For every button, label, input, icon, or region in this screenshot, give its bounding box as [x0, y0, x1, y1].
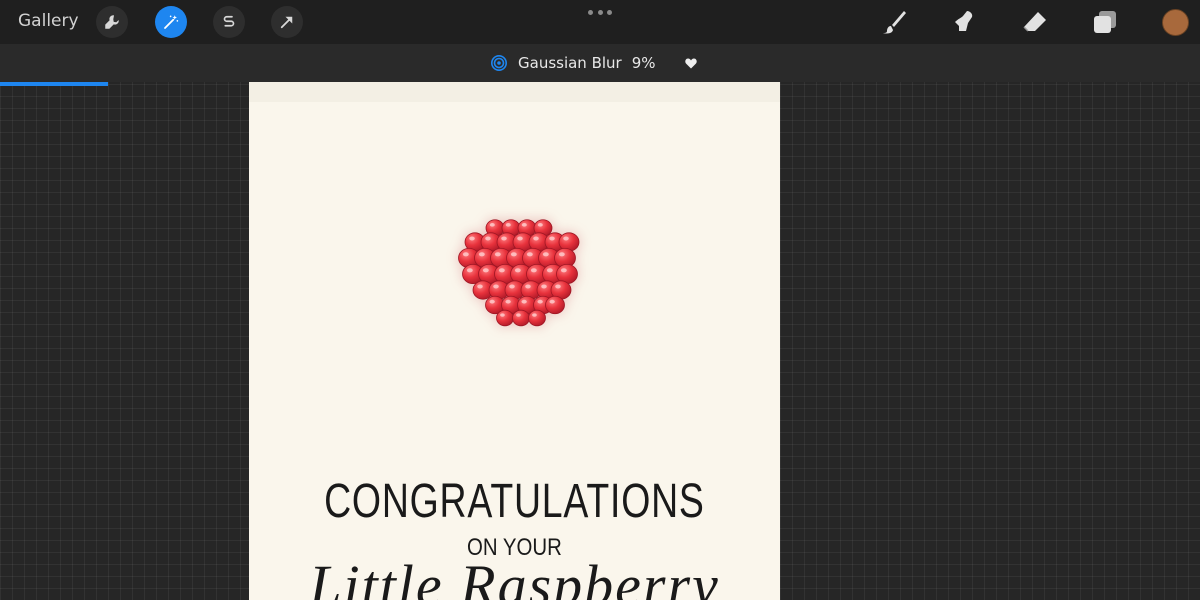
drupelet-highlight — [509, 284, 515, 289]
drupelet-highlight — [498, 268, 505, 273]
raspberry-drupelet — [512, 309, 530, 327]
adjustment-value: 9% — [631, 54, 656, 72]
heart-icon[interactable] — [684, 58, 697, 69]
drupelet-highlight — [546, 268, 553, 273]
drupelet-highlight — [526, 252, 533, 257]
drupelet-highlight — [466, 268, 473, 273]
drupelet-highlight — [462, 252, 469, 257]
color-picker-button[interactable] — [1162, 9, 1189, 36]
drupelet-highlight — [533, 236, 539, 241]
top-toolbar: Gallery — [0, 0, 1200, 44]
dot — [588, 9, 593, 15]
drupelet-highlight — [478, 252, 485, 257]
drupelet-highlight — [514, 268, 521, 273]
dot — [597, 9, 603, 15]
gallery-button[interactable]: Gallery — [18, 11, 79, 31]
drupelet-highlight — [541, 284, 547, 289]
drupelet-highlight — [489, 223, 495, 227]
procreate-app: Gallery Gaussian Blur 9% CONGRATULATIONS… — [0, 0, 1200, 600]
magic-wand-icon — [164, 15, 179, 29]
drupelet-highlight — [521, 223, 527, 227]
gaussian-blur-icon — [490, 54, 508, 72]
transform-button[interactable] — [271, 6, 303, 38]
drupelet-highlight — [549, 236, 555, 241]
adjustment-slider[interactable] — [0, 82, 108, 86]
selection-button[interactable] — [213, 6, 245, 38]
drupelet-highlight — [555, 284, 561, 289]
card-script-line: Little Raspberry — [309, 553, 720, 600]
drupelet-highlight — [505, 299, 511, 304]
drupelet-highlight — [493, 284, 499, 289]
brush-icon — [883, 11, 906, 34]
drupelet-highlight — [537, 223, 543, 227]
drupelet-highlight — [563, 236, 569, 241]
drupelet-highlight — [494, 252, 501, 257]
drupelet-highlight — [560, 268, 567, 273]
dot — [607, 9, 612, 15]
canvas-top-band — [249, 82, 780, 102]
drupelet-highlight — [516, 313, 521, 317]
drupelet-highlight — [500, 313, 505, 317]
raspberry-illustration — [458, 219, 580, 327]
layers-button[interactable] — [1090, 7, 1120, 37]
active-adjustment-indicator[interactable]: Gaussian Blur 9% — [490, 44, 720, 82]
smudge-icon — [955, 11, 973, 31]
adjustment-name: Gaussian Blur — [518, 54, 622, 72]
eraser-tool-button[interactable] — [1020, 7, 1050, 37]
drupelet-highlight — [537, 299, 543, 304]
smudge-tool-button[interactable] — [949, 7, 979, 37]
adjustments-button[interactable] — [155, 6, 187, 38]
drupelet-highlight — [501, 236, 507, 241]
wrench-icon — [105, 15, 119, 29]
paint-tool-button[interactable] — [879, 7, 909, 37]
raspberry-drupelet — [496, 309, 514, 327]
drupelet-highlight — [549, 299, 555, 304]
drupelet-highlight — [530, 268, 537, 273]
drupelet-highlight — [517, 236, 523, 241]
drupelet-highlight — [485, 236, 491, 241]
transform-arrow-icon — [280, 16, 293, 29]
drupelet-highlight — [521, 299, 527, 304]
card-headline: CONGRATULATIONS — [324, 475, 705, 528]
canvas-artwork[interactable]: CONGRATULATIONS ON YOUR Little Raspberry — [249, 82, 780, 600]
drupelet-highlight — [505, 223, 511, 227]
more-options-handle[interactable] — [588, 6, 612, 18]
drupelet-highlight — [542, 252, 549, 257]
drupelet-highlight — [525, 284, 531, 289]
drupelet-highlight — [558, 252, 565, 257]
eraser-icon — [1023, 12, 1046, 32]
actions-button[interactable] — [96, 6, 128, 38]
drupelet-highlight — [477, 284, 483, 289]
drupelet-highlight — [510, 252, 517, 257]
drupelet-highlight — [469, 236, 475, 241]
raspberry-drupelet — [545, 295, 565, 315]
drupelet-highlight — [532, 313, 537, 317]
selection-icon — [223, 15, 235, 27]
raspberry-drupelet — [528, 309, 546, 327]
layers-icon — [1094, 11, 1116, 33]
drupelet-highlight — [489, 299, 495, 304]
drupelet-highlight — [482, 268, 489, 273]
